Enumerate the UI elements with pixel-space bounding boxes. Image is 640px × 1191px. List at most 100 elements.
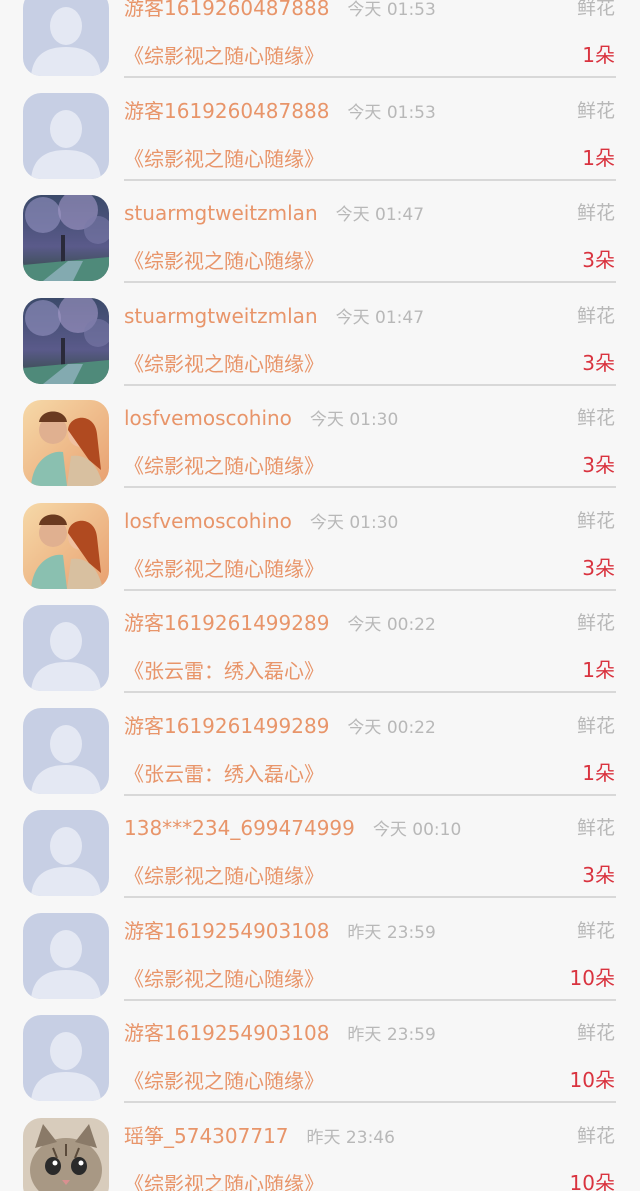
- row-divider: [124, 793, 616, 796]
- username[interactable]: 瑶筝_574307717 昨天 23:46: [124, 1123, 395, 1151]
- username[interactable]: 138***234_699474999 今天 00:10: [124, 815, 461, 843]
- gift-type-label: 鲜花: [576, 407, 615, 429]
- user-avatar[interactable]: [23, 707, 109, 794]
- book-title-link[interactable]: 《综影视之随心随缘》: [124, 556, 324, 582]
- gift-record-row[interactable]: stuarmgtweitzmlan 今天 01:47 鲜花《综影视之随心随缘》 3朵: [0, 290, 640, 393]
- user-avatar[interactable]: [23, 400, 109, 486]
- username[interactable]: losfvemoscohino 今天 01:30: [124, 508, 398, 536]
- username-text: 瑶筝_574307717: [124, 1123, 289, 1148]
- row-divider: [124, 76, 616, 78]
- timestamp: 今天 01:53: [347, 0, 436, 20]
- row-divider: [124, 998, 616, 1001]
- gift-type-label: 鲜花: [576, 99, 615, 122]
- gift-record-row[interactable]: losfvemoscohino 今天 01:30 鲜花《综影视之随心随缘》 3朵: [0, 495, 640, 598]
- username-text: 游客1619261499289: [124, 713, 330, 738]
- gift-record-row[interactable]: 游客1619254903108 昨天 23:59 鲜花《综影视之随心随缘》 10朵: [0, 905, 640, 1008]
- gift-record-row[interactable]: 游客1619260487888 今天 01:53 鲜花《综影视之随心随缘》 1朵: [0, 0, 640, 85]
- gift-record-list[interactable]: 游客1619260487888 今天 01:53 鲜花 《综影视之随心随缘》 1朵 游客1…: [0, 0, 640, 1191]
- gift-record-row[interactable]: stuarmgtweitzmlan 今天 01:47 鲜花《综影视之随心随缘》 3朵: [0, 187, 640, 290]
- username-text: 游客1619254903108: [124, 1021, 330, 1045]
- gift-count: 3朵: [582, 350, 615, 375]
- username[interactable]: 游客1619254903108 昨天 23:59: [124, 1020, 436, 1048]
- user-avatar[interactable]: [23, 810, 109, 896]
- username-text: 138***234_699474999: [124, 816, 355, 840]
- gift-type-label: 鲜花: [576, 202, 615, 224]
- book-title-link[interactable]: 《综影视之随心随缘》: [124, 1171, 324, 1191]
- gift-type-label: 鲜花: [576, 612, 615, 634]
- timestamp: 今天 00:10: [372, 820, 462, 840]
- row-divider: [124, 281, 616, 283]
- user-avatar[interactable]: [23, 912, 109, 999]
- gift-type-label: 鲜花: [576, 1124, 615, 1147]
- timestamp: 今天 01:47: [335, 205, 425, 225]
- row-divider: [124, 1101, 616, 1103]
- username[interactable]: 游客1619254903108 昨天 23:59: [124, 918, 436, 946]
- user-avatar[interactable]: [23, 605, 109, 691]
- timestamp: 今天 01:53: [347, 102, 436, 123]
- gift-type-label: 鲜花: [576, 0, 615, 19]
- book-title-link[interactable]: 《综影视之随心随缘》: [124, 863, 324, 889]
- gift-count: 10朵: [569, 965, 615, 990]
- gift-record-row[interactable]: 138***234_699474999 今天 00:10 鲜花《综影视之随心随缘》 3…: [0, 802, 640, 905]
- gift-record-row[interactable]: 游客1619261499289 今天 00:22 鲜花 《张云雷：绣入磊心》 1朵: [0, 700, 640, 803]
- timestamp: 今天 00:22: [347, 615, 436, 635]
- gift-record-row[interactable]: 游客1619260487888 今天 01:53 鲜花《综影视之随心随缘》 1朵: [0, 85, 640, 188]
- timestamp: 昨天 23:59: [347, 1025, 436, 1045]
- book-title-link[interactable]: 《综影视之随心随缘》: [124, 43, 324, 69]
- username-text: 游客1619260487888: [124, 98, 330, 123]
- username-text: 游客1619261499289: [124, 611, 330, 635]
- gift-count: 10朵: [569, 1068, 615, 1092]
- gift-count: 3朵: [582, 248, 615, 272]
- book-title-link[interactable]: 《综影视之随心随缘》: [124, 453, 324, 479]
- gift-count: 1朵: [582, 145, 615, 170]
- username-text: losfvemoscohino: [124, 508, 292, 533]
- gift-type-label: 鲜花: [576, 714, 615, 737]
- timestamp: 今天 01:47: [335, 307, 425, 328]
- user-avatar[interactable]: [23, 0, 109, 76]
- gift-count: 3朵: [582, 555, 615, 580]
- user-avatar[interactable]: [23, 502, 109, 589]
- book-title-link[interactable]: 《张云雷：绣入磊心》: [124, 658, 324, 684]
- gift-type-label: 鲜花: [576, 919, 615, 942]
- user-avatar[interactable]: [23, 1117, 109, 1191]
- gift-record-row[interactable]: 瑶筝_574307717 昨天 23:46 鲜花 《综影视之随心随缘》 10朵: [0, 1110, 640, 1191]
- gift-type-label: 鲜花: [576, 304, 615, 327]
- timestamp: 今天 00:22: [347, 717, 436, 738]
- timestamp: 昨天 23:46: [306, 1127, 395, 1148]
- user-avatar[interactable]: [23, 1015, 109, 1101]
- username[interactable]: 游客1619260487888 今天 01:53: [124, 98, 436, 126]
- gift-type-label: 鲜花: [576, 509, 615, 532]
- gift-record-row[interactable]: 游客1619261499289 今天 00:22 鲜花 《张云雷：绣入磊心》 1朵: [0, 597, 640, 700]
- username[interactable]: stuarmgtweitzmlan 今天 01:47: [124, 200, 424, 228]
- gift-count: 3朵: [582, 863, 615, 887]
- user-avatar[interactable]: [23, 92, 109, 179]
- gift-record-row[interactable]: 游客1619254903108 昨天 23:59 鲜花 《综影视之随心随缘》 10朵: [0, 1007, 640, 1110]
- timestamp: 昨天 23:59: [347, 922, 436, 943]
- row-divider: [124, 178, 616, 181]
- book-title-link[interactable]: 《张云雷：绣入磊心》: [124, 761, 324, 787]
- book-title-link[interactable]: 《综影视之随心随缘》: [124, 966, 324, 992]
- user-avatar[interactable]: [23, 195, 109, 281]
- book-title-link[interactable]: 《综影视之随心随缘》: [124, 1068, 324, 1094]
- user-avatar[interactable]: [23, 297, 109, 384]
- username-text: losfvemoscohino: [124, 406, 292, 430]
- gift-count: 1朵: [582, 43, 615, 67]
- row-divider: [124, 896, 616, 898]
- username-text: 游客1619254903108: [124, 918, 330, 943]
- book-title-link[interactable]: 《综影视之随心随缘》: [124, 351, 324, 377]
- gift-type-label: 鲜花: [576, 817, 615, 839]
- timestamp: 今天 01:30: [309, 410, 399, 430]
- username[interactable]: 游客1619261499289 今天 00:22: [124, 610, 436, 638]
- username-text: 游客1619260487888: [124, 0, 330, 20]
- gift-count: 3朵: [582, 453, 615, 477]
- row-divider: [124, 691, 616, 693]
- username[interactable]: 游客1619260487888 今天 01:53: [124, 0, 436, 23]
- username[interactable]: stuarmgtweitzmlan 今天 01:47: [124, 303, 424, 331]
- timestamp: 今天 01:30: [309, 512, 399, 533]
- username[interactable]: 游客1619261499289 今天 00:22: [124, 713, 436, 741]
- username[interactable]: losfvemoscohino 今天 01:30: [124, 405, 398, 433]
- gift-record-row[interactable]: losfvemoscohino 今天 01:30 鲜花《综影视之随心随缘》 3朵: [0, 392, 640, 495]
- row-divider: [124, 383, 616, 386]
- book-title-link[interactable]: 《综影视之随心随缘》: [124, 248, 324, 274]
- book-title-link[interactable]: 《综影视之随心随缘》: [124, 146, 324, 172]
